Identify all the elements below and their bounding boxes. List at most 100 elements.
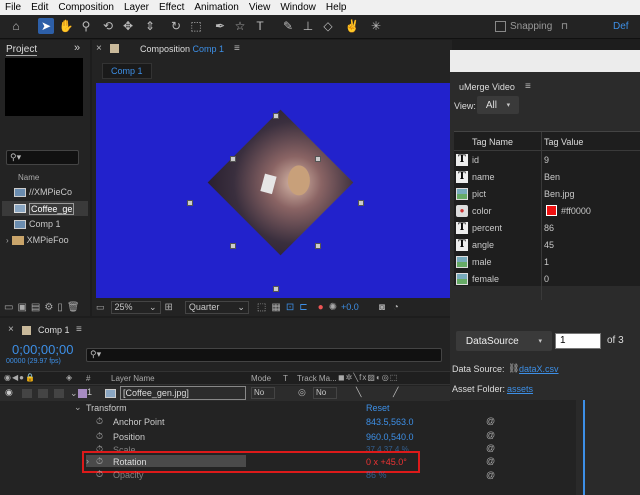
project-item[interactable]: Comp 1 [2, 217, 88, 231]
expression-spiral-icon[interactable]: @ [486, 456, 495, 466]
label-color[interactable] [78, 389, 87, 398]
pen-tool-icon[interactable]: ✒ [212, 18, 228, 34]
snapping-checkbox[interactable] [495, 21, 506, 32]
project-item[interactable]: Coffee_ge [2, 201, 88, 216]
project-item[interactable]: //XMPieCo [2, 185, 88, 199]
layer-name[interactable]: [Coffee_gen.jpg] [120, 386, 246, 400]
magnet-icon[interactable]: ⊓ [561, 21, 568, 32]
position-value[interactable]: 960.0,540.0 [366, 432, 414, 442]
guides-icon[interactable]: ⊏ [299, 302, 307, 313]
opacity-value[interactable]: 86 % [366, 470, 387, 480]
composition-canvas[interactable] [96, 83, 452, 298]
close-tab-icon[interactable]: × [96, 43, 102, 54]
panel-expand-icon[interactable]: » [74, 42, 80, 54]
trackmatte-dropdown[interactable]: No [313, 387, 337, 399]
pan-behind-icon[interactable]: ⬚ [188, 18, 204, 34]
menu-animation[interactable]: Animation [189, 2, 243, 13]
table-row[interactable]: female 0 [454, 270, 640, 287]
table-row[interactable]: T angle 45 [454, 236, 640, 253]
record-number-input[interactable]: 1 [555, 333, 601, 349]
stopwatch-icon[interactable]: ⏱ [96, 416, 103, 427]
stopwatch-icon[interactable]: ⏱ [96, 431, 103, 442]
expression-spiral-icon[interactable]: @ [486, 416, 495, 426]
home-icon[interactable]: ⌂ [8, 18, 24, 34]
expand-arrow-icon[interactable]: › [6, 236, 9, 245]
pan-camera-icon[interactable]: ✥ [120, 18, 136, 34]
type-tool-icon[interactable]: T [252, 18, 268, 34]
rotated-layer-image[interactable] [207, 109, 354, 256]
view-dropdown[interactable]: All ▾ [477, 96, 519, 114]
audio-switch[interactable] [22, 389, 32, 398]
transform-handle[interactable] [230, 156, 236, 162]
region-of-interest-icon[interactable]: ⬚ [257, 302, 266, 313]
assets-folder-link[interactable]: assets [507, 384, 533, 394]
close-tab-icon[interactable]: × [8, 324, 14, 335]
table-row[interactable]: T name Ben [454, 168, 640, 185]
transform-handle[interactable] [273, 113, 279, 119]
lock-switch[interactable] [54, 389, 64, 398]
timeline-tab[interactable]: Comp 1 [38, 325, 70, 335]
zoom-tool-icon[interactable]: ⚲ [78, 18, 94, 34]
menu-layer[interactable]: Layer [119, 2, 154, 13]
blend-mode-dropdown[interactable]: No [251, 387, 275, 399]
menu-effect[interactable]: Effect [154, 2, 189, 13]
project-item[interactable]: › XMPieFoo [2, 233, 88, 247]
grid-icon[interactable]: ⊞ [165, 302, 173, 313]
project-footer-icons[interactable]: ▭▣▤⚙▯🗑 [4, 302, 84, 313]
table-row[interactable]: ● color #ff0000 [454, 202, 640, 219]
roto-brush-icon[interactable]: ✌ [344, 18, 360, 34]
transform-handle[interactable] [358, 200, 364, 206]
current-timecode[interactable]: 0;00;00;00 [12, 342, 73, 357]
visibility-eye-icon[interactable]: ◉ [5, 387, 13, 398]
star-shape-icon[interactable]: ☆ [232, 18, 248, 34]
workspace-default[interactable]: Def [613, 21, 629, 32]
transform-reset-link[interactable]: Reset [366, 403, 390, 413]
motion-blur-switch-icon[interactable]: ╱ [393, 387, 398, 398]
expression-spiral-icon[interactable]: @ [486, 430, 495, 440]
mask-visibility-icon[interactable]: ⊡ [286, 302, 294, 313]
exposure-reset-icon[interactable]: ✺ [329, 302, 337, 313]
tab-menu-icon[interactable]: ≡ [234, 43, 240, 54]
table-row[interactable]: pict Ben.jpg [454, 185, 640, 202]
puppet-pin-icon[interactable]: ✳ [368, 18, 384, 34]
quality-switch-icon[interactable]: ╲ [356, 387, 361, 398]
snapshot-camera-icon[interactable]: ◙ [379, 302, 385, 313]
anchor-point-value[interactable]: 843.5,563.0 [366, 417, 414, 427]
table-row[interactable]: T id 9 [454, 151, 640, 168]
dolly-camera-icon[interactable]: ⇕ [142, 18, 158, 34]
composition-tab[interactable]: Composition Comp 1 [140, 44, 224, 54]
transparency-grid-icon[interactable]: ▦ [271, 302, 280, 313]
solo-switch[interactable] [38, 389, 48, 398]
menu-composition[interactable]: Composition [53, 2, 119, 13]
selection-tool-icon[interactable]: ➤ [38, 18, 54, 34]
table-row[interactable]: T percent 86 [454, 219, 640, 236]
playhead[interactable] [583, 400, 585, 495]
orbit-camera-icon[interactable]: ⟲ [100, 18, 116, 34]
transform-handle[interactable] [230, 243, 236, 249]
project-search-input[interactable]: ⚲▾ [6, 150, 79, 165]
resolution-dropdown[interactable]: Quarter ⌄ [184, 300, 249, 314]
clone-stamp-icon[interactable]: ⊥ [300, 18, 316, 34]
eraser-tool-icon[interactable]: ◇ [320, 18, 336, 34]
menu-window[interactable]: Window [275, 2, 321, 13]
expand-arrow-icon[interactable]: ⌄ [70, 388, 78, 399]
project-tab[interactable]: Project [6, 44, 38, 56]
menu-file[interactable]: File [0, 2, 26, 13]
tab-menu-icon[interactable]: ≡ [76, 324, 82, 335]
menu-help[interactable]: Help [321, 2, 352, 13]
menu-edit[interactable]: Edit [26, 2, 53, 13]
collapse-arrow-icon[interactable]: ⌄ [74, 402, 82, 413]
transform-handle[interactable] [187, 200, 193, 206]
color-channels-icon[interactable]: ● [318, 302, 324, 313]
exposure-value[interactable]: +0.0 [341, 302, 359, 312]
brush-tool-icon[interactable]: ✎ [280, 18, 296, 34]
umerge-menu-icon[interactable]: ≡ [525, 81, 531, 92]
show-snapshot-icon[interactable]: ◔ [393, 302, 399, 313]
hand-tool-icon[interactable]: ✋ [58, 18, 74, 34]
datasource-button[interactable]: DataSource ▾ [456, 331, 552, 351]
rotation-tool-icon[interactable]: ↻ [168, 18, 184, 34]
table-row[interactable]: male 1 [454, 253, 640, 270]
color-swatch[interactable] [546, 205, 557, 216]
comp-subtab[interactable]: Comp 1 [102, 63, 152, 79]
zoom-dropdown[interactable]: 25% ⌄ [110, 300, 161, 314]
